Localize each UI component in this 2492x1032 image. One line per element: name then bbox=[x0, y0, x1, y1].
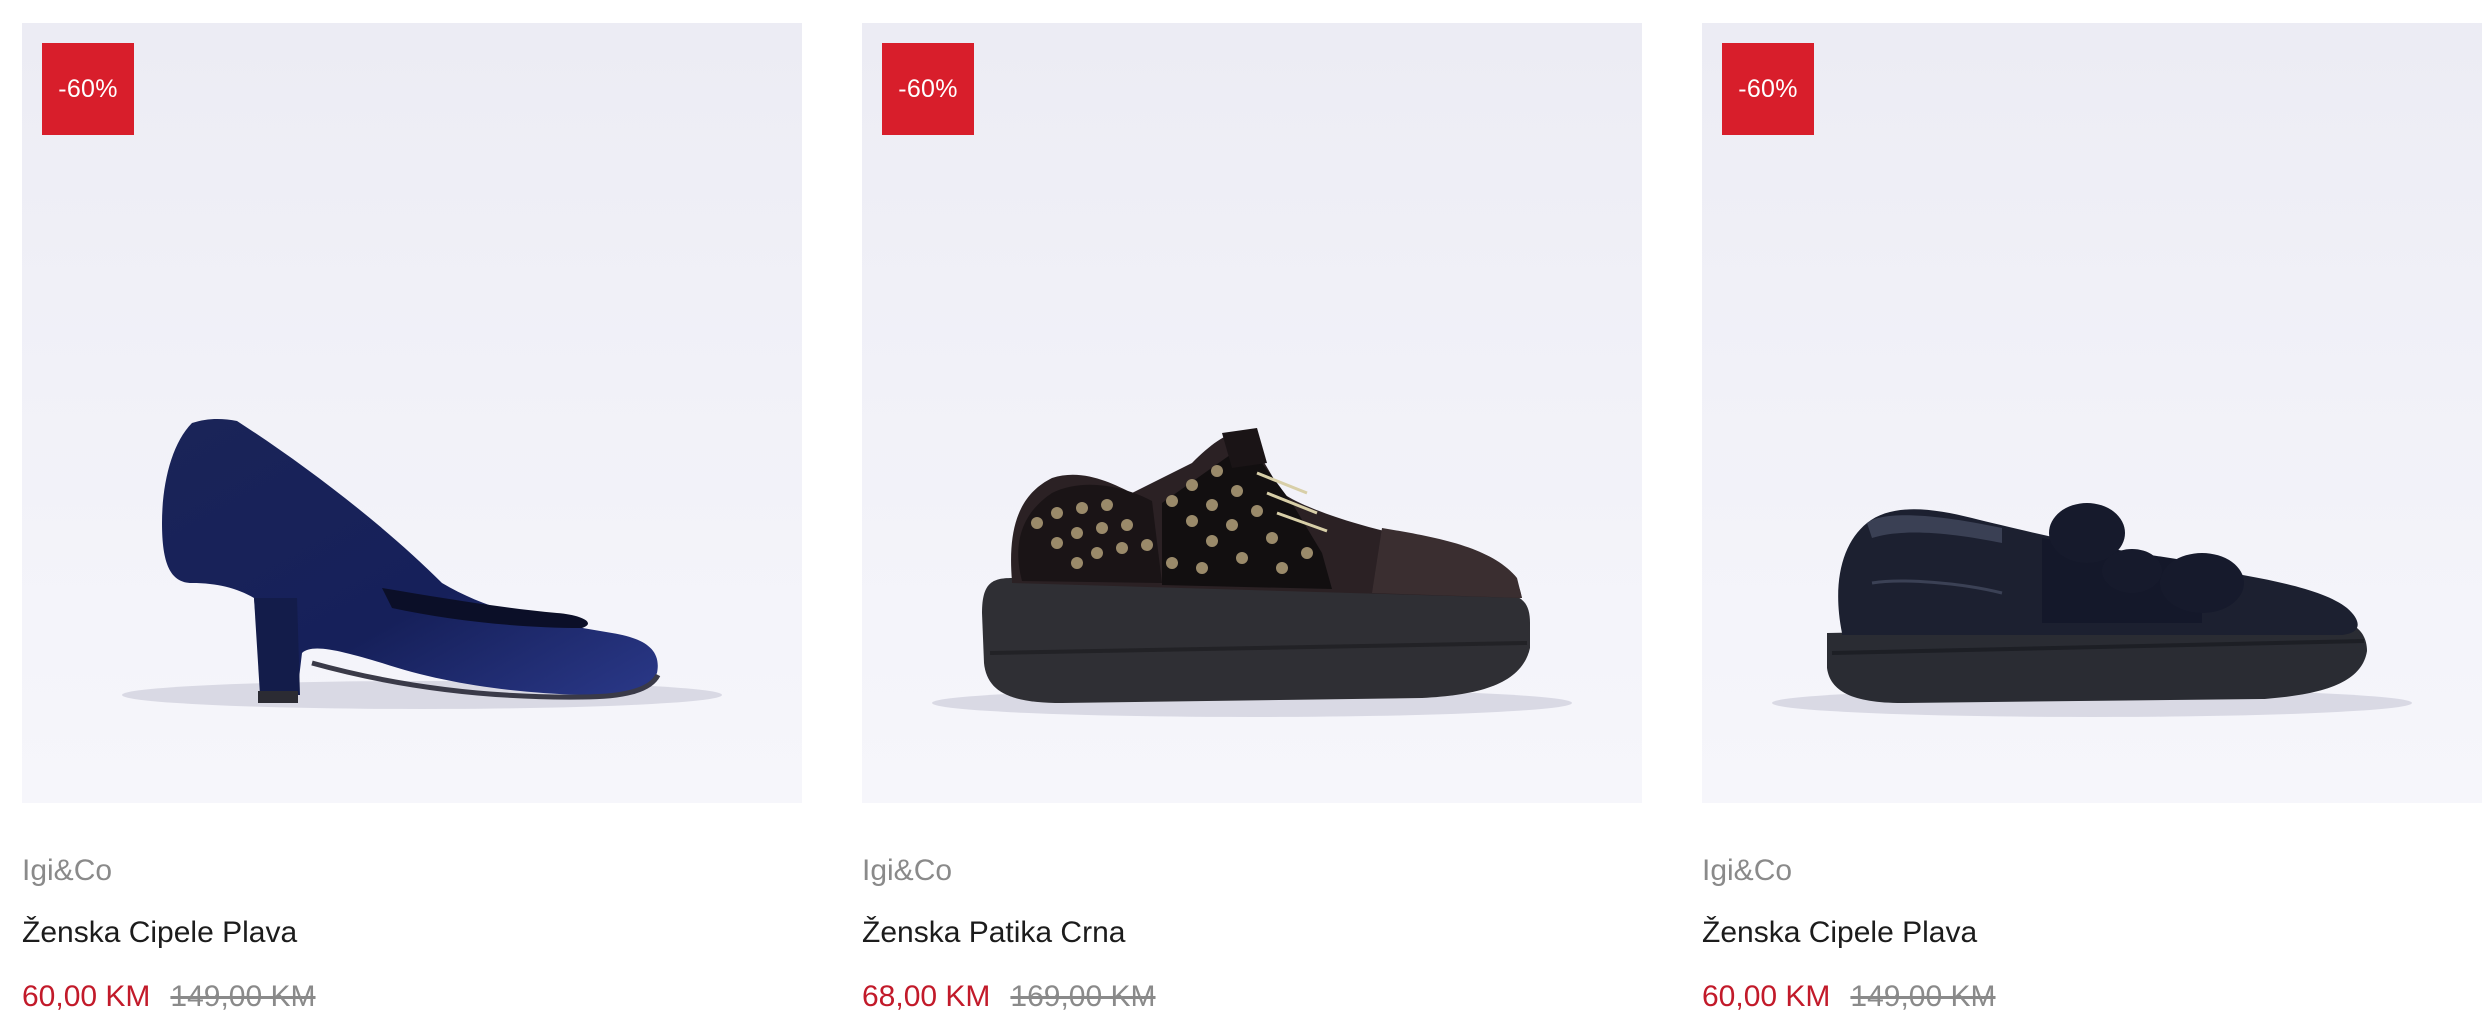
product-image[interactable]: -60% bbox=[22, 23, 802, 803]
black-studded-sneaker-shoe-image bbox=[932, 428, 1572, 717]
product-name[interactable]: Ženska Cipele Plava bbox=[22, 913, 802, 953]
product-name[interactable]: Ženska Patika Crna bbox=[862, 913, 1642, 953]
product-prices: 68,00 KM 169,00 KM bbox=[862, 977, 1642, 1017]
discount-badge: -60% bbox=[1722, 43, 1814, 135]
product-card[interactable]: -60% Igi&Co Ženska Cipele Plava 60,00 KM… bbox=[22, 23, 802, 1017]
sale-price: 60,00 KM bbox=[1702, 980, 1831, 1013]
product-prices: 60,00 KM 149,00 KM bbox=[1702, 977, 2482, 1017]
original-price: 149,00 KM bbox=[1850, 980, 1996, 1013]
blue-velvet-pump-shoe-image bbox=[122, 418, 722, 709]
product-brand[interactable]: Igi&Co bbox=[1702, 851, 2482, 891]
product-brand[interactable]: Igi&Co bbox=[22, 851, 802, 891]
product-card[interactable]: -60% Igi&Co Ženska Patika Crna 68,00 KM … bbox=[862, 23, 1642, 1017]
sale-price: 68,00 KM bbox=[862, 980, 991, 1013]
product-grid: -60% Igi&Co Ženska Cipele Plava 60,00 KM… bbox=[22, 23, 2482, 1017]
product-image[interactable]: -60% bbox=[862, 23, 1642, 803]
original-price: 169,00 KM bbox=[1010, 980, 1156, 1013]
discount-badge: -60% bbox=[42, 43, 134, 135]
product-card[interactable]: -60% Igi&Co Ženska Cipele Plava 60,00 KM… bbox=[1702, 23, 2482, 1017]
sale-price: 60,00 KM bbox=[22, 980, 151, 1013]
product-name[interactable]: Ženska Cipele Plava bbox=[1702, 913, 2482, 953]
discount-badge: -60% bbox=[882, 43, 974, 135]
product-image[interactable]: -60% bbox=[1702, 23, 2482, 803]
navy-fur-loafer-shoe-image bbox=[1772, 503, 2412, 717]
product-brand[interactable]: Igi&Co bbox=[862, 851, 1642, 891]
original-price: 149,00 KM bbox=[170, 980, 316, 1013]
product-prices: 60,00 KM 149,00 KM bbox=[22, 977, 802, 1017]
